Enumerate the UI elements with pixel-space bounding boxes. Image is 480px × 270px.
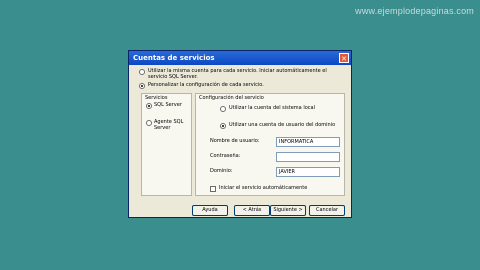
back-button[interactable]: < Atrás <box>234 205 270 216</box>
same-account-label: Utilizar la misma cuenta para cada servi… <box>148 68 327 80</box>
cancel-button[interactable]: Cancelar <box>309 205 345 216</box>
service-accounts-dialog: Cuentas de servicios ✕ Utilizar la misma… <box>128 50 352 218</box>
sql-agent-label: Agente SQL Server <box>154 119 184 131</box>
same-account-radio[interactable] <box>139 69 145 75</box>
password-input[interactable] <box>276 152 340 162</box>
dialog-titlebar: Cuentas de servicios ✕ <box>129 51 351 65</box>
local-system-label: Utilizar la cuenta del sistema local <box>229 105 315 111</box>
custom-config-radio[interactable] <box>139 83 145 89</box>
autostart-checkbox[interactable] <box>210 186 216 192</box>
watermark-text: www.ejemplodepaginas.com <box>355 6 474 16</box>
username-input[interactable]: INFORMATICA <box>276 137 340 147</box>
domain-label: Dominio: <box>210 168 233 174</box>
close-button[interactable]: ✕ <box>339 53 349 63</box>
services-label: Servicios <box>145 95 168 101</box>
config-group-label: Configuración del servicio <box>199 95 264 101</box>
domain-user-label: Utilizar una cuenta de usuario del domin… <box>229 122 336 128</box>
password-label: Contraseña: <box>210 153 241 159</box>
username-label: Nombre de usuario: <box>210 138 260 144</box>
sql-agent-radio[interactable] <box>146 120 152 126</box>
next-button[interactable]: Siguiente > <box>270 205 306 216</box>
help-button[interactable]: Ayuda <box>192 205 228 216</box>
domain-input[interactable]: JAVIER <box>276 167 340 177</box>
custom-config-label: Personalizar la configuración de cada se… <box>148 82 264 88</box>
domain-user-radio[interactable] <box>220 123 226 129</box>
sql-server-label: SQL Server <box>154 102 182 108</box>
sql-server-radio[interactable] <box>146 103 152 109</box>
dialog-title: Cuentas de servicios <box>133 54 215 62</box>
services-panel: Servicios SQL Server Agente SQL Server <box>141 93 192 196</box>
service-config-panel: Configuración del servicio Utilizar la c… <box>195 93 345 196</box>
local-system-radio[interactable] <box>220 106 226 112</box>
autostart-label: Iniciar el servicio automáticamente <box>219 185 308 191</box>
